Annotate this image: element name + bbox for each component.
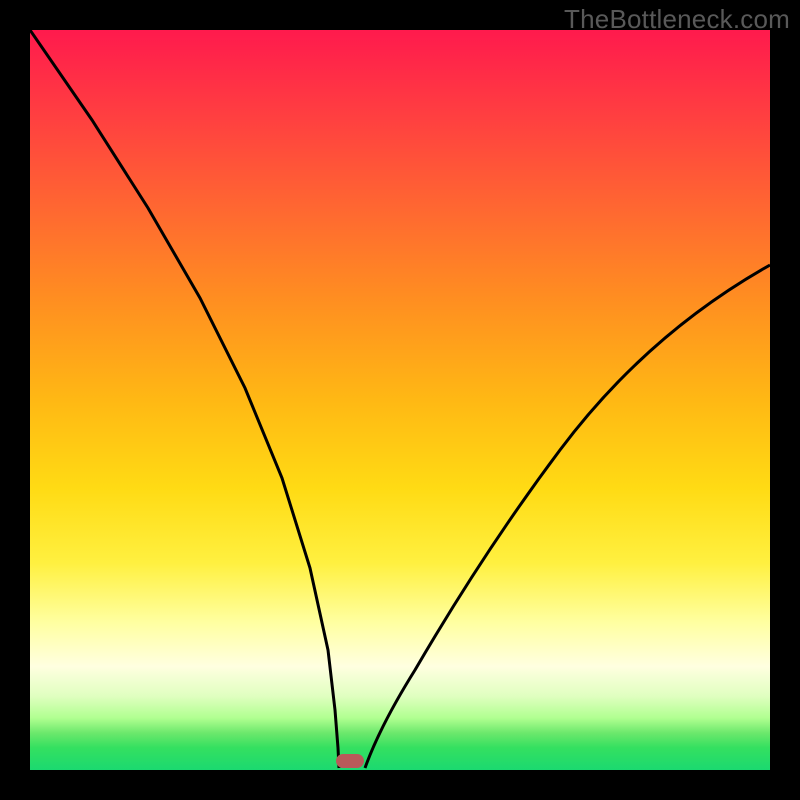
watermark-text: TheBottleneck.com <box>564 4 790 35</box>
chart-area <box>30 30 770 770</box>
bottleneck-curve <box>30 30 770 770</box>
curve-right-branch <box>365 265 770 768</box>
minimum-marker <box>336 754 364 768</box>
curve-left-branch <box>30 30 339 768</box>
